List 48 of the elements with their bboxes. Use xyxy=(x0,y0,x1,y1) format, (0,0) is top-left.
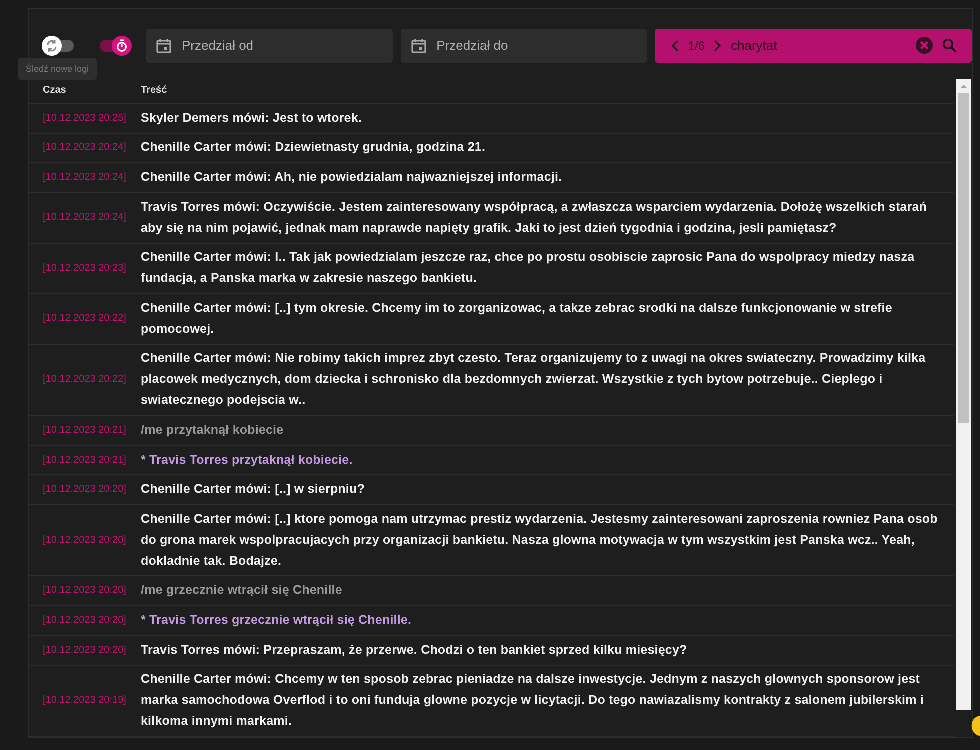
emoji-icon[interactable] xyxy=(970,714,980,738)
timestamp: [10.12.2023 20:25] xyxy=(42,112,128,124)
timestamp: [10.12.2023 20:20] xyxy=(42,615,128,626)
timestamp: [10.12.2023 20:24] xyxy=(42,172,128,184)
log-message: Skyler Demers mówi: Jest to wtorek. xyxy=(141,110,363,127)
log-message: /me grzecznie wtrącił się Chenille xyxy=(141,582,344,600)
match-counter: 1/6 xyxy=(688,38,705,52)
log-message: Chenille Carter mówi: Nie robimy takich imprez zbyt czesto. Teraz organizujemy to z uwagi na okres swiateczny. Prowadzimy kilka placowek medycznych, dom dziecka i schronisko dla bezdomnych zwierzat. Wszystkie z tych bytow potrzebuje.. Cieplego i swiatecznego podejscia w.. xyxy=(141,350,927,410)
timestamp: [10.12.2023 20:22] xyxy=(42,313,128,324)
next-icon[interactable] xyxy=(712,38,722,52)
timestamp: [10.12.2023 20:24] xyxy=(42,142,128,154)
search-bar[interactable]: 1/6 charytat xyxy=(655,28,972,62)
previous-icon[interactable] xyxy=(671,38,682,52)
log-message: Chenille Carter mówi: I.. Tak jak powiedzialam jeszcze raz, chce po prostu osobiscie zaprosic Pana do wspolpracy miedzy nasza fundacja, a Panska marka w zakresie naszego bankietu. xyxy=(141,249,916,288)
timestamp: [10.12.2023 20:20] xyxy=(42,585,128,596)
timestamp: [10.12.2023 20:23] xyxy=(42,262,128,274)
column-header: Treść xyxy=(141,85,168,96)
timestamp: [10.12.2023 20:24] xyxy=(42,212,128,224)
column-header: Czas xyxy=(42,85,68,96)
timestamp: [10.12.2023 20:20] xyxy=(42,534,128,546)
timestamp: [10.12.2023 20:21] xyxy=(42,454,128,466)
timestamp: [10.12.2023 20:19] xyxy=(42,695,128,706)
date-input[interactable]: Przedział od xyxy=(180,37,383,54)
log-message: /me przytaknął kobiecie xyxy=(141,422,285,439)
log-message: Travis Torres mówi: Oczywiście. Jestem zainteresowany współpracą, a zwłaszcza wsparciem wydarzenia. Dołożę wszelkich starań aby się na nim pojawić, jednak mam naprawde napięty grafik. Jaki to jest dzień tygodnia i godzina, jesli pamiętasz? xyxy=(141,198,928,237)
calendar-icon[interactable] xyxy=(410,38,427,54)
log-message: Chenille Carter mówi: Chcemy w ten sposob zebrac pieniadze na dalsze inwestycje. Jednym z naszych glownych sponsorow jest marka samochodowa Overflod i to oni funduja glowne pozycje w licytacji. Do tego nawiazalismy kontrakty z salonem jubilerskim i kilkoma innymi markami. xyxy=(141,671,925,730)
scrollbar[interactable] xyxy=(956,79,971,710)
date-input[interactable]: Przedział do xyxy=(434,37,638,54)
search-field[interactable]: charytat xyxy=(729,37,909,54)
log-message: * Travis Torres grzecznie wtrącił się Chenille. xyxy=(141,612,413,630)
timestamp: [10.12.2023 20:20] xyxy=(42,644,128,656)
log-message: Chenille Carter mówi: Dziewietnasty grudnia, godzina 21. xyxy=(141,139,487,156)
search-icon[interactable] xyxy=(942,38,958,54)
log-message: * Travis Torres przytaknął kobiecie. xyxy=(141,452,354,469)
timestamp: [10.12.2023 20:22] xyxy=(42,374,128,386)
log-message: Travis Torres mówi: Przepraszam, że przerwe. Chodzi o ten bankiet sprzed kilku miesięcy? xyxy=(141,642,688,659)
tooltip: Śledź nowe logi xyxy=(18,58,98,80)
log-message: Chenille Carter mówi: [..] ktore pomoga nam utrzymac prestiz wydarzenia. Jestesmy zainteresowani zaproszenia rowniez Pana osob do grona marek wspolpracujacych przy organizacji bankietu. Nasza glowna motywacja w tym wszystkim jest Panska wcz.. Yeah, dokladnie tak. Bodajze. xyxy=(141,510,939,570)
date-to-field[interactable]: Przedział do xyxy=(400,28,648,62)
calendar-icon[interactable] xyxy=(156,38,172,54)
log-message: Chenille Carter mówi: [..] w sierpniu? xyxy=(141,481,366,498)
timestamp: [10.12.2023 20:20] xyxy=(42,484,128,496)
clear-icon[interactable] xyxy=(916,37,933,54)
timestamp: [10.12.2023 20:21] xyxy=(42,424,128,436)
log-message: Chenille Carter mówi: Ah, nie powiedzialam najwazniejszej informacji. xyxy=(141,169,564,186)
log-message: Chenille Carter mówi: [..] tym okresie. Chcemy im to zorganizowac, a takze zebrac srodki na dalsze funkcjonowanie w strefie pomocowej. xyxy=(141,300,894,338)
date-from-field[interactable]: Przedział od xyxy=(146,28,393,62)
